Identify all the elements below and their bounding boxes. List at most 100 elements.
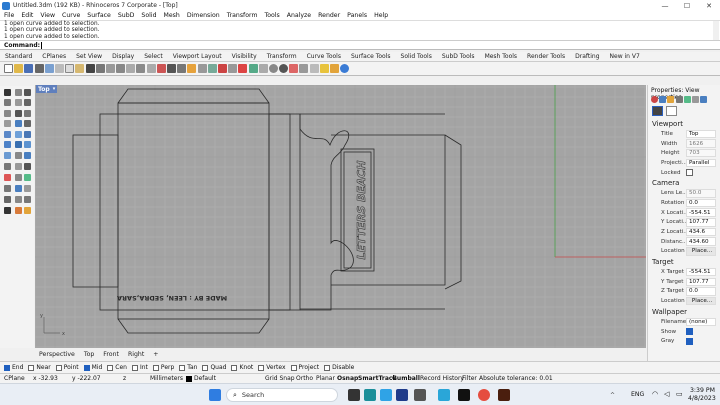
dimension-icon[interactable]: [15, 163, 22, 170]
chevron-down-icon[interactable]: ▾: [53, 86, 56, 92]
osnap-vertex[interactable]: Vertex: [258, 364, 286, 371]
tab-standard[interactable]: Standard: [5, 53, 32, 60]
menu-panels[interactable]: Panels: [347, 12, 367, 19]
print-icon[interactable]: [34, 64, 44, 73]
osnap-checkbox[interactable]: [258, 364, 265, 371]
environment-icon[interactable]: [683, 95, 691, 103]
tab-visibility[interactable]: Visibility: [232, 53, 257, 60]
menu-transform[interactable]: Transform: [227, 12, 258, 19]
tab-right[interactable]: Right: [128, 351, 144, 358]
maximize-button[interactable]: ☐: [676, 0, 698, 11]
osnap-checkbox[interactable]: [179, 364, 186, 371]
osnap-checkbox[interactable]: [131, 364, 138, 371]
menu-analyze[interactable]: Analyze: [287, 12, 311, 19]
layer-icon[interactable]: [217, 64, 227, 73]
osnap-int[interactable]: Int: [131, 364, 148, 371]
light-bulb-icon[interactable]: [319, 64, 329, 73]
input-language[interactable]: ENG: [631, 391, 644, 398]
osnap-quad[interactable]: Quad: [202, 364, 226, 371]
add-viewport-tab-button[interactable]: +: [153, 351, 158, 358]
boolean-icon[interactable]: [24, 152, 31, 159]
menu-view[interactable]: View: [40, 12, 55, 19]
tab-surface-tools[interactable]: Surface Tools: [351, 53, 391, 60]
open-file-icon[interactable]: [14, 64, 24, 73]
filename-field[interactable]: (none): [686, 317, 716, 327]
show-checkbox[interactable]: [686, 328, 693, 336]
cplane-label[interactable]: CPlane: [4, 375, 25, 382]
subd-icon[interactable]: [4, 152, 11, 159]
osnap-checkbox[interactable]: [28, 364, 35, 371]
pan-icon[interactable]: [95, 64, 105, 73]
menu-mesh[interactable]: Mesh: [164, 12, 180, 19]
fillet-curve-icon[interactable]: [24, 120, 31, 127]
command-line[interactable]: Command:: [0, 40, 720, 50]
osnap-disable[interactable]: Disable: [324, 364, 354, 371]
rendered-sphere-icon[interactable]: [279, 64, 289, 73]
osnap-cen[interactable]: Cen: [107, 364, 127, 371]
menu-tools[interactable]: Tools: [264, 12, 279, 19]
split-icon[interactable]: [15, 196, 22, 203]
menu-curve[interactable]: Curve: [62, 12, 80, 19]
pencil-icon[interactable]: [24, 207, 31, 214]
osnap-project[interactable]: Project: [290, 364, 319, 371]
four-viewports-icon[interactable]: [167, 64, 176, 73]
history-scrollbar[interactable]: [713, 21, 719, 41]
sun-icon[interactable]: [667, 95, 675, 103]
osnap-checkbox[interactable]: [55, 364, 62, 371]
projection-select[interactable]: Parallel: [686, 158, 716, 168]
osnap-knot[interactable]: Knot: [231, 364, 253, 371]
zoom-extents-icon[interactable]: [136, 64, 146, 73]
photoshop-icon[interactable]: [396, 389, 408, 401]
osnap-checkbox[interactable]: [4, 364, 10, 371]
clock-time[interactable]: 3:39 PM: [690, 387, 715, 394]
viewport-title-tab[interactable]: Top ▾: [36, 85, 57, 93]
paste-icon[interactable]: [75, 64, 85, 73]
move-icon[interactable]: [4, 174, 11, 181]
array-icon[interactable]: [24, 185, 31, 192]
rectangle-icon[interactable]: [4, 110, 11, 117]
curve-from-object-icon[interactable]: [15, 120, 22, 127]
canva-icon[interactable]: [438, 389, 450, 401]
tab-select[interactable]: Select: [144, 53, 163, 60]
chrome-icon[interactable]: [478, 389, 490, 401]
zoom-window-icon[interactable]: [126, 64, 136, 73]
osnap-mid[interactable]: Mid: [83, 364, 102, 371]
named-views-icon[interactable]: [299, 64, 309, 73]
filter-toggle[interactable]: Filter: [462, 375, 477, 382]
tab-render-tools[interactable]: Render Tools: [527, 53, 565, 60]
wifi-icon[interactable]: ◠: [652, 390, 658, 398]
save-icon[interactable]: [24, 64, 34, 73]
cut-icon[interactable]: [54, 64, 64, 73]
task-view-icon[interactable]: [348, 389, 360, 401]
analyze-icon[interactable]: [15, 207, 22, 214]
top-viewport[interactable]: LETTERS BEACH MADE BY : LEEN, SEDRA,SARA…: [35, 85, 646, 348]
record-history-toggle[interactable]: Record History: [420, 375, 464, 382]
rotate-view-icon[interactable]: [105, 64, 115, 73]
zoom-icon[interactable]: [116, 64, 126, 73]
options-gear-icon[interactable]: [330, 64, 339, 73]
gray-checkbox[interactable]: [686, 337, 693, 345]
close-button[interactable]: ✕: [698, 0, 720, 11]
tab-mesh-tools[interactable]: Mesh Tools: [485, 53, 517, 60]
text-icon[interactable]: [4, 163, 11, 170]
lock-objects-icon[interactable]: [207, 64, 217, 73]
tab-transform[interactable]: Transform: [267, 53, 297, 60]
osnap-toggle[interactable]: Osnap: [337, 375, 358, 382]
osnap-checkbox[interactable]: [231, 364, 238, 371]
z-target-field[interactable]: 0.0: [686, 287, 716, 296]
taskbar-search-box[interactable]: ⌕ Search: [226, 388, 338, 402]
tab-top[interactable]: Top: [84, 351, 94, 358]
display-mode-icon[interactable]: [258, 64, 268, 73]
sphere-icon[interactable]: [15, 141, 22, 148]
units-label[interactable]: Millimeters: [150, 375, 183, 382]
hatch-icon[interactable]: [24, 163, 31, 170]
cplane-icon[interactable]: [309, 64, 319, 73]
ellipse-icon[interactable]: [24, 110, 31, 117]
select-arrow-icon[interactable]: [4, 89, 11, 96]
surface-icon[interactable]: [4, 131, 11, 138]
trim-icon[interactable]: [4, 196, 11, 203]
viewport-icon[interactable]: [666, 106, 677, 116]
viewport-canvas[interactable]: LETTERS BEACH MADE BY : LEEN, SEDRA,SARA…: [35, 85, 646, 348]
minimize-button[interactable]: —: [654, 0, 676, 11]
tiktok-icon[interactable]: [458, 389, 470, 401]
